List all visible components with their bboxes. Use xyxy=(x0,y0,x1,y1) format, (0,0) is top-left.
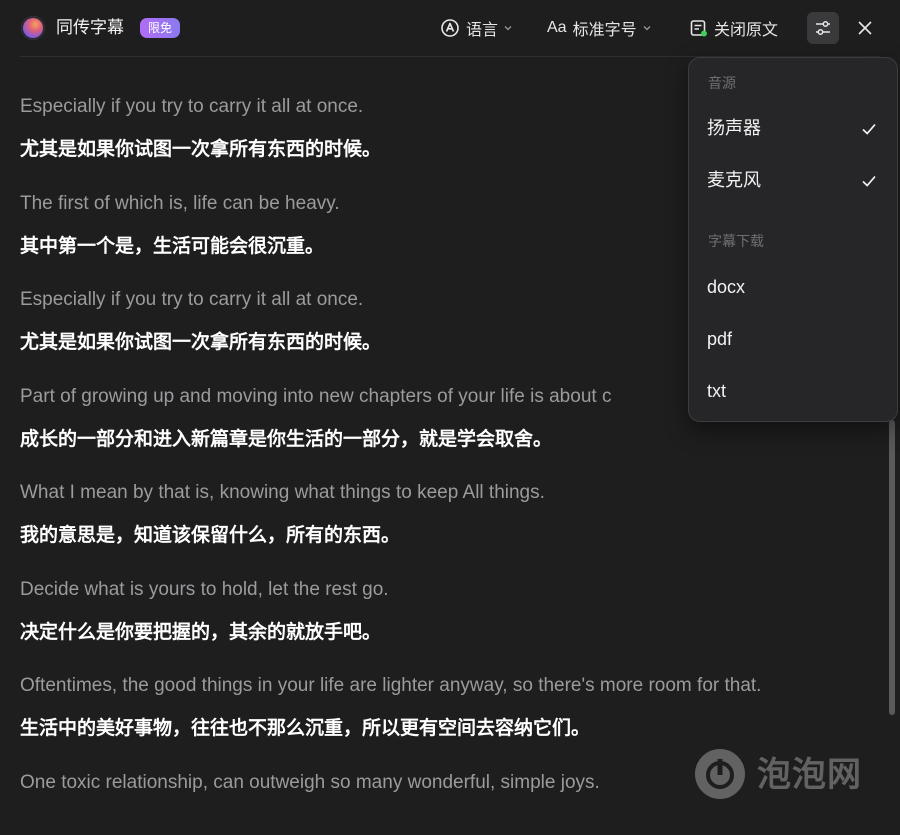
translated-text: 我的意思是，知道该保留什么，所有的东西。 xyxy=(20,524,401,546)
app-title: 同传字幕 xyxy=(56,18,124,38)
check-icon xyxy=(862,123,876,135)
download-txt-option[interactable]: txt xyxy=(689,371,897,411)
original-text: Especially if you try to carry it all at… xyxy=(20,289,364,310)
font-size-label: 标准字号 xyxy=(572,20,637,39)
check-icon xyxy=(862,175,876,187)
title-bar: 同传字幕 限免 语言 Aa 标准字号 关闭原文 xyxy=(0,0,900,56)
close-button[interactable] xyxy=(853,16,877,40)
watermark: 泡泡网 xyxy=(693,745,873,805)
translated-text: 尤其是如果你试图一次拿所有东西的时候。 xyxy=(20,331,382,353)
download-heading: 字幕下载 xyxy=(708,234,764,250)
close-icon xyxy=(858,21,872,35)
language-dropdown[interactable]: 语言 xyxy=(440,16,513,40)
subtitle-window: 同传字幕 限免 语言 Aa 标准字号 关闭原文 Especially if yo… xyxy=(0,0,900,835)
original-text: What I mean by that is, knowing what thi… xyxy=(20,482,545,503)
txt-label: txt xyxy=(707,381,727,401)
original-text: Oftentimes, the good things in your life… xyxy=(20,675,762,696)
close-original-label: 关闭原文 xyxy=(714,20,779,39)
subtitle-entry: What I mean by that is, knowing what thi… xyxy=(20,471,900,568)
translated-text: 决定什么是你要把握的，其余的就放手吧。 xyxy=(20,620,382,643)
download-docx-option[interactable]: docx xyxy=(689,267,897,307)
mic-label: 麦克风 xyxy=(707,170,761,191)
free-badge: 限免 xyxy=(140,18,181,38)
settings-button[interactable] xyxy=(807,12,839,44)
original-text: Decide what is yours to hold, let the re… xyxy=(20,578,389,600)
original-text: The first of which is, life can be heavy… xyxy=(20,192,340,214)
app-logo-icon xyxy=(21,16,45,40)
translated-text: 其中第一个是，生活可能会很沉重。 xyxy=(20,234,325,257)
speaker-option[interactable]: 扬声器 xyxy=(689,109,897,149)
font-size-icon: Aa xyxy=(547,19,567,36)
font-size-dropdown[interactable]: Aa 标准字号 xyxy=(547,16,652,40)
translate-icon xyxy=(441,19,459,37)
chevron-down-icon xyxy=(504,26,512,31)
original-text: Part of growing up and moving into new c… xyxy=(20,385,612,407)
microphone-option[interactable]: 麦克风 xyxy=(689,161,897,201)
original-text: One toxic relationship, can outweigh so … xyxy=(20,771,600,793)
docx-label: docx xyxy=(707,277,746,297)
watermark-text: 泡泡网 xyxy=(757,755,862,795)
watermark-logo-icon xyxy=(695,749,745,799)
close-original-button[interactable]: 关闭原文 xyxy=(689,16,778,40)
settings-panel: 音源 扬声器 麦克风 字幕下载 docx pdf txt xyxy=(688,57,898,422)
download-pdf-option[interactable]: pdf xyxy=(689,319,897,359)
speaker-label: 扬声器 xyxy=(707,118,761,139)
subtitle-entry: Decide what is yours to hold, let the re… xyxy=(20,568,900,665)
original-text: Especially if you try to carry it all at… xyxy=(20,96,364,117)
scrollbar-thumb[interactable] xyxy=(889,420,895,715)
document-icon xyxy=(690,20,707,37)
language-label: 语言 xyxy=(466,20,499,39)
translated-text: 成长的一部分和进入新篇章是你生活的一部分，就是学会取舍。 xyxy=(20,427,553,450)
audio-source-heading: 音源 xyxy=(708,76,736,92)
pdf-label: pdf xyxy=(707,329,733,349)
sliders-icon xyxy=(816,21,830,35)
chevron-down-icon xyxy=(643,26,651,31)
translated-text: 尤其是如果你试图一次拿所有东西的时候。 xyxy=(20,138,382,160)
translated-text: 生活中的美好事物，往往也不那么沉重，所以更有空间去容纳它们。 xyxy=(20,717,591,739)
